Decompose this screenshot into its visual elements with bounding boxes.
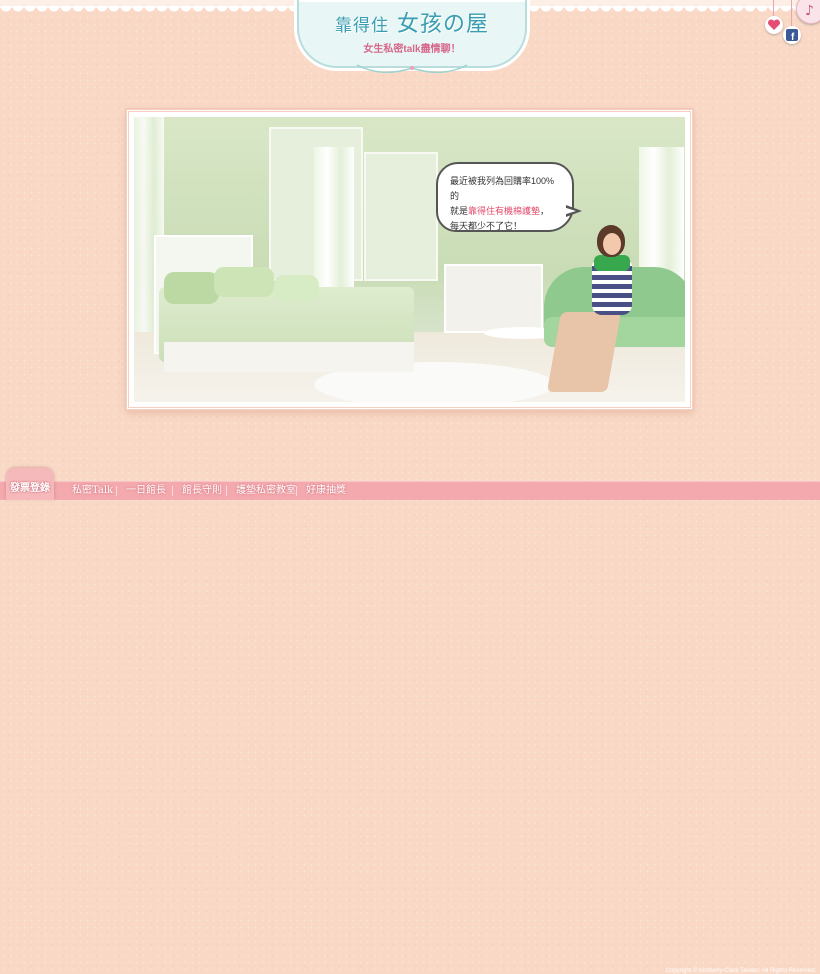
bubble-line-3: 每天都少不了它！: [450, 221, 523, 231]
nav-item-pantyliner-classroom[interactable]: 護墊私密教室: [236, 482, 296, 500]
scene-frame: 最近被我列為回購率100%的 就是靠得住有機棉護墊， 每天都少不了它！: [126, 109, 693, 410]
dresser: [444, 264, 543, 333]
nav-tab-invoice-login[interactable]: 發票登錄: [6, 468, 54, 500]
nav-separator: [296, 486, 297, 496]
svg-text:♪: ♪: [805, 3, 814, 19]
nav-item-one-day-curator[interactable]: 一日館長: [126, 482, 166, 500]
nav-item-lucky-draw[interactable]: 好康抽獎: [306, 482, 346, 500]
speech-bubble: 最近被我列為回購率100%的 就是靠得住有機棉護墊， 每天都少不了它！: [436, 162, 574, 232]
bubble-product-highlight: 靠得住有機棉護墊: [468, 206, 541, 216]
speech-bubble-tail-fill: [563, 207, 576, 215]
window-curtain: [314, 147, 354, 297]
music-note-icon[interactable]: ♪: [796, 0, 820, 24]
logo-title-right: 女孩の屋: [396, 12, 489, 37]
girl-green-shirt: [594, 255, 630, 271]
bubble-line-2-suffix: ，: [540, 206, 550, 216]
bubble-line-1: 最近被我列為回購率100%的: [450, 176, 555, 201]
logo-swirl-ornament: [356, 64, 468, 74]
pillow: [164, 272, 219, 304]
pillow: [274, 275, 319, 301]
pillow: [214, 267, 274, 297]
girl-face: [603, 233, 621, 255]
nav-separator: [226, 486, 227, 496]
heart-hang-string: [773, 0, 774, 16]
heart-icon[interactable]: [765, 16, 783, 34]
bottom-nav-bar: 私密Talk 一日館長 館長守則 護墊私密教室 好康抽獎 Copyright ©…: [0, 482, 820, 974]
wall-panel: [364, 152, 438, 281]
nav-separator: [116, 486, 117, 496]
copyright-text: Copyright © Kimberly-Clark Taiwan. All R…: [665, 968, 816, 974]
logo-title-left: 靠得住: [334, 16, 389, 36]
nav-tab-label: 發票登錄: [10, 483, 50, 494]
nav-item-private-talk[interactable]: 私密Talk: [72, 482, 113, 500]
nav-separator: [172, 486, 173, 496]
site-logo[interactable]: 靠得住 女孩の屋 女生私密talk盡情聊！: [297, 0, 527, 74]
facebook-icon[interactable]: f: [783, 26, 801, 44]
bubble-line-2: 就是靠得住有機棉護墊，: [450, 204, 560, 219]
nav-item-curator-rules[interactable]: 館長守則: [182, 482, 222, 500]
bedroom-scene: 最近被我列為回購率100%的 就是靠得住有機棉護墊， 每天都少不了它！: [134, 117, 685, 402]
facebook-hang-string: [791, 0, 792, 26]
logo-subtitle: 女生私密talk盡情聊！: [363, 44, 461, 55]
bubble-line-2-prefix: 就是: [450, 206, 469, 216]
bed-skirt: [164, 342, 414, 372]
logo-title: 靠得住 女孩の屋: [299, 6, 525, 38]
